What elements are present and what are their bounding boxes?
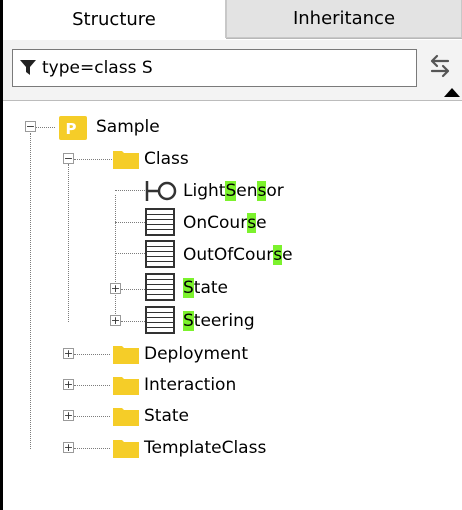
node-label-state: State xyxy=(183,278,228,298)
structure-tree: − P Sample − Class LightSensor OnCourse … xyxy=(3,101,462,510)
label-part: e xyxy=(256,213,267,233)
tree-line xyxy=(115,190,145,191)
tree-line xyxy=(35,127,55,128)
tree-line xyxy=(115,222,145,223)
interface-icon xyxy=(145,181,177,201)
folder-icon xyxy=(113,408,139,426)
tab-structure[interactable]: Structure xyxy=(3,0,226,38)
tree-node-state-class[interactable]: State xyxy=(183,272,228,304)
expand-toggle-interaction[interactable]: + xyxy=(63,379,74,390)
expand-toggle-templateclass[interactable]: + xyxy=(63,442,74,453)
tree-node-oncourse[interactable]: OnCourse xyxy=(183,207,267,239)
tree-line xyxy=(121,289,145,290)
label-part: e xyxy=(282,245,293,265)
node-label: TemplateClass xyxy=(144,438,267,458)
tree-node-deployment[interactable]: Deployment xyxy=(144,338,248,370)
node-label: Interaction xyxy=(144,375,237,395)
node-label-out-of-course: OutOfCourse xyxy=(183,245,293,265)
expand-toggle-deployment[interactable]: + xyxy=(63,348,74,359)
search-match-highlight: S xyxy=(225,181,237,201)
tree-node-outofcourse[interactable]: OutOfCourse xyxy=(183,239,293,271)
label-part: en xyxy=(236,181,258,201)
search-match-highlight: S xyxy=(183,278,194,298)
node-label-on-course: OnCourse xyxy=(183,213,267,233)
tree-line xyxy=(121,321,145,322)
node-label-light-sensor: LightSensor xyxy=(183,181,284,201)
tree-line xyxy=(74,159,112,160)
tree-line xyxy=(30,133,31,449)
search-match-highlight: s xyxy=(257,181,267,201)
folder-icon xyxy=(113,377,139,395)
folder-icon xyxy=(113,440,139,458)
class-icon xyxy=(145,273,175,301)
node-label: Class xyxy=(144,149,189,169)
tree-node-state-folder[interactable]: State xyxy=(144,400,189,432)
collapse-up-icon[interactable] xyxy=(444,88,460,97)
tree-line xyxy=(68,164,69,322)
filter-query-text: type=class S xyxy=(42,58,153,78)
tree-line xyxy=(74,448,110,449)
expand-toggle-state-class[interactable]: + xyxy=(110,283,121,294)
filter-bar: type=class S xyxy=(3,40,462,100)
collapse-toggle-class[interactable]: − xyxy=(63,153,74,164)
tree-node-lightsensor[interactable]: LightSensor xyxy=(183,175,284,207)
filter-funnel-icon[interactable] xyxy=(19,59,37,77)
collapse-toggle-sample[interactable]: − xyxy=(25,121,36,132)
tab-bar: Structure Inheritance xyxy=(3,0,462,40)
swap-filter-button[interactable] xyxy=(423,49,457,87)
label-part: OutOfCour xyxy=(183,245,274,265)
tab-divider xyxy=(226,38,462,39)
label-part: Light xyxy=(183,181,226,201)
search-match-highlight: S xyxy=(183,311,194,331)
node-label: Deployment xyxy=(144,344,248,364)
tree-node-class-folder[interactable]: Class xyxy=(144,143,189,175)
label-part: OnCour xyxy=(183,213,248,233)
filter-input[interactable]: type=class S xyxy=(12,49,417,87)
tree-line xyxy=(115,253,145,254)
tree-line xyxy=(74,354,110,355)
folder-icon xyxy=(113,346,139,364)
class-icon xyxy=(145,208,175,236)
tree-line xyxy=(74,416,110,417)
tree-line xyxy=(74,385,110,386)
node-label: State xyxy=(144,406,189,426)
class-icon xyxy=(145,306,175,334)
swap-arrows-icon xyxy=(429,52,451,84)
tree-node-templateclass[interactable]: TemplateClass xyxy=(144,432,266,464)
expand-toggle-steering[interactable]: + xyxy=(110,315,121,326)
node-label-steering: Steering xyxy=(183,311,255,331)
search-match-highlight: s xyxy=(247,213,257,233)
tree-line xyxy=(115,195,116,322)
node-label: Sample xyxy=(96,117,160,137)
class-icon xyxy=(145,240,175,268)
folder-icon xyxy=(113,151,139,169)
label-part: tate xyxy=(193,278,229,298)
expand-toggle-state-folder[interactable]: + xyxy=(63,410,74,421)
label-part: teering xyxy=(193,311,255,331)
tree-node-sample[interactable]: Sample xyxy=(96,111,160,143)
tab-inheritance[interactable]: Inheritance xyxy=(226,0,462,38)
package-icon: P xyxy=(59,116,87,140)
label-part: or xyxy=(266,181,284,201)
search-match-highlight: s xyxy=(273,245,283,265)
tree-node-interaction[interactable]: Interaction xyxy=(144,369,236,401)
tree-node-steering[interactable]: Steering xyxy=(183,305,255,337)
